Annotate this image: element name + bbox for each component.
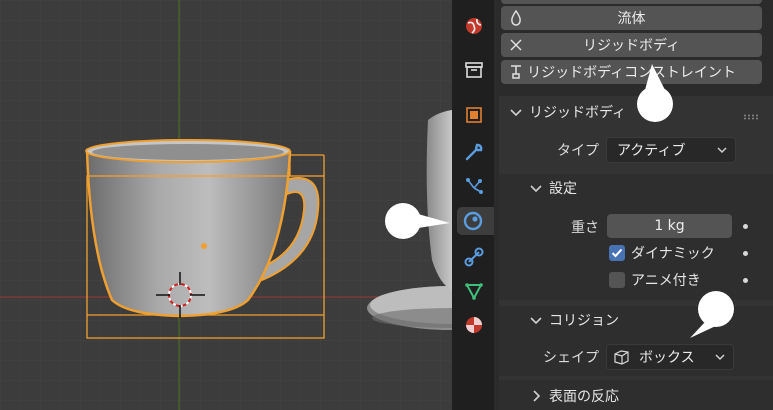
keyframe-dot[interactable] xyxy=(743,224,748,229)
rigid-body-panel-title: リジッドボディ xyxy=(529,105,627,121)
object-icon xyxy=(466,107,482,123)
tab-collection[interactable] xyxy=(459,56,489,84)
constraints-icon xyxy=(464,247,484,267)
fluid-label: 流体 xyxy=(617,11,646,27)
type-dropdown[interactable]: アクティブ xyxy=(606,137,736,163)
data-icon xyxy=(465,283,483,301)
collection-icon xyxy=(465,62,483,78)
box-shape-icon xyxy=(614,350,629,365)
properties-tab-bar xyxy=(452,0,495,410)
surface-response-title: 表面の反応 xyxy=(549,389,619,405)
fluid-icon xyxy=(511,10,521,26)
tab-modifiers[interactable] xyxy=(459,138,489,166)
remove-icon xyxy=(510,39,522,51)
tab-world[interactable] xyxy=(459,12,489,40)
object-origin xyxy=(201,243,207,249)
particles-icon xyxy=(466,178,483,194)
chevron-down-icon xyxy=(715,354,725,361)
shape-value: ボックス xyxy=(639,350,695,366)
keyframe-dot[interactable] xyxy=(743,251,748,256)
dynamic-label: ダイナミック xyxy=(631,246,715,262)
settings-title: 設定 xyxy=(549,181,577,197)
tab-material[interactable] xyxy=(459,311,489,339)
type-value: アクティブ xyxy=(617,143,686,159)
rigid-body-panel-header[interactable]: リジッドボディ xyxy=(509,102,626,122)
tab-object[interactable] xyxy=(459,101,489,129)
chevron-down-icon xyxy=(717,147,727,154)
fluid-button[interactable]: 流体 xyxy=(501,6,762,30)
rigid-body-constraint-button[interactable]: リジッドボディコンストレイント xyxy=(501,60,762,84)
tab-physics[interactable] xyxy=(457,207,494,235)
mass-value: 1 kg xyxy=(654,218,685,234)
rigid-body-panel: リジッドボディ タイプ アクティブ 設定 重さ 1 kg ダイナミック アニメ付… xyxy=(499,96,773,410)
modifier-icon xyxy=(465,143,483,161)
chevron-right-icon xyxy=(533,390,541,402)
collision-title: コリジョン xyxy=(549,313,619,329)
mass-label: 重さ xyxy=(571,220,599,236)
material-icon xyxy=(466,317,482,333)
shape-label: シェイプ xyxy=(543,350,599,366)
rigid-body-button[interactable]: リジッドボディ xyxy=(501,33,762,57)
animated-checkbox[interactable] xyxy=(609,272,625,288)
properties-panel: 流体 リジッドボディ リジッドボディコンストレイント リジッドボディ タイプ ア… xyxy=(494,0,773,410)
surface-response-header[interactable]: 表面の反応 xyxy=(529,386,619,406)
physics-button-top-cut[interactable] xyxy=(501,0,762,4)
mass-field[interactable]: 1 kg xyxy=(607,214,732,238)
settings-header[interactable]: 設定 xyxy=(529,178,577,198)
chevron-down-icon xyxy=(530,185,542,193)
keyframe-dot[interactable] xyxy=(743,278,748,283)
3d-viewport[interactable] xyxy=(0,0,452,410)
viewport-scene xyxy=(0,0,452,410)
chevron-down-icon xyxy=(510,109,522,117)
checkmark-icon xyxy=(611,248,623,258)
dynamic-checkbox[interactable] xyxy=(609,245,625,261)
tab-data[interactable] xyxy=(459,277,489,305)
constraint-icon xyxy=(511,65,521,79)
physics-icon xyxy=(463,211,482,231)
tab-constraints[interactable] xyxy=(459,243,489,271)
chevron-down-icon xyxy=(530,317,542,325)
shape-dropdown[interactable]: ボックス xyxy=(606,344,734,370)
collision-header[interactable]: コリジョン xyxy=(529,310,619,330)
world-icon xyxy=(466,18,482,34)
animated-label: アニメ付き xyxy=(631,273,701,289)
rigid-body-constraint-label: リジッドボディコンストレイント xyxy=(527,65,736,81)
drag-handle-icon[interactable] xyxy=(743,108,759,120)
tab-particles[interactable] xyxy=(459,172,489,200)
rigid-body-label: リジッドボディ xyxy=(582,38,681,54)
type-label: タイプ xyxy=(557,143,599,159)
